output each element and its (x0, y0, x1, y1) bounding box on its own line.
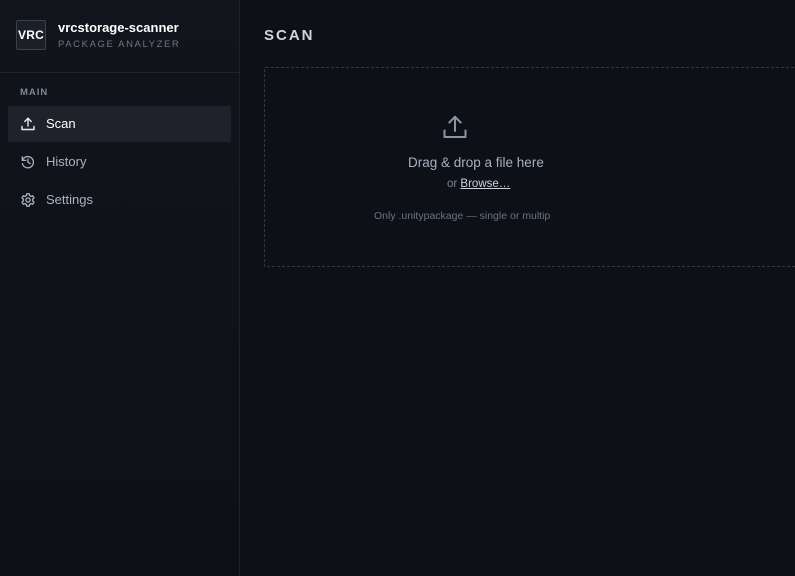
sidebar-item-label: History (46, 154, 87, 169)
gear-icon (21, 193, 35, 207)
sidebar: VRC vrcstorage-scanner PACKAGE ANALYZER … (0, 0, 240, 576)
sidebar-section-label: MAIN (20, 87, 49, 98)
page-title: SCAN (264, 27, 315, 44)
upload-icon (21, 117, 35, 131)
app-logo: VRC (16, 20, 46, 50)
upload-icon (443, 115, 467, 138)
dropzone-or-text: or (447, 178, 461, 190)
app-subtitle: PACKAGE ANALYZER (58, 39, 181, 50)
main-content: SCAN (240, 0, 795, 576)
sidebar-item-label: Settings (46, 192, 93, 207)
history-icon (21, 156, 35, 169)
dropzone-title: Drag & drop a file here (408, 155, 544, 170)
dropzone-hint: Only .unitypackage — single or multip (374, 210, 551, 222)
sidebar-item-label: Scan (46, 116, 76, 131)
browse-link[interactable]: Browse… (460, 178, 510, 190)
sidebar-item-scan[interactable]: Scan (8, 106, 231, 142)
app-name: vrcstorage-scanner (58, 20, 179, 35)
sidebar-item-settings[interactable]: Settings (8, 182, 231, 218)
app-window: VRC vrcstorage-scanner PACKAGE ANALYZER … (0, 0, 795, 576)
dropzone-browse-line: or Browse… (447, 177, 510, 191)
sidebar-item-history[interactable]: History (8, 144, 231, 180)
brand-header: VRC vrcstorage-scanner PACKAGE ANALYZER (0, 0, 239, 73)
